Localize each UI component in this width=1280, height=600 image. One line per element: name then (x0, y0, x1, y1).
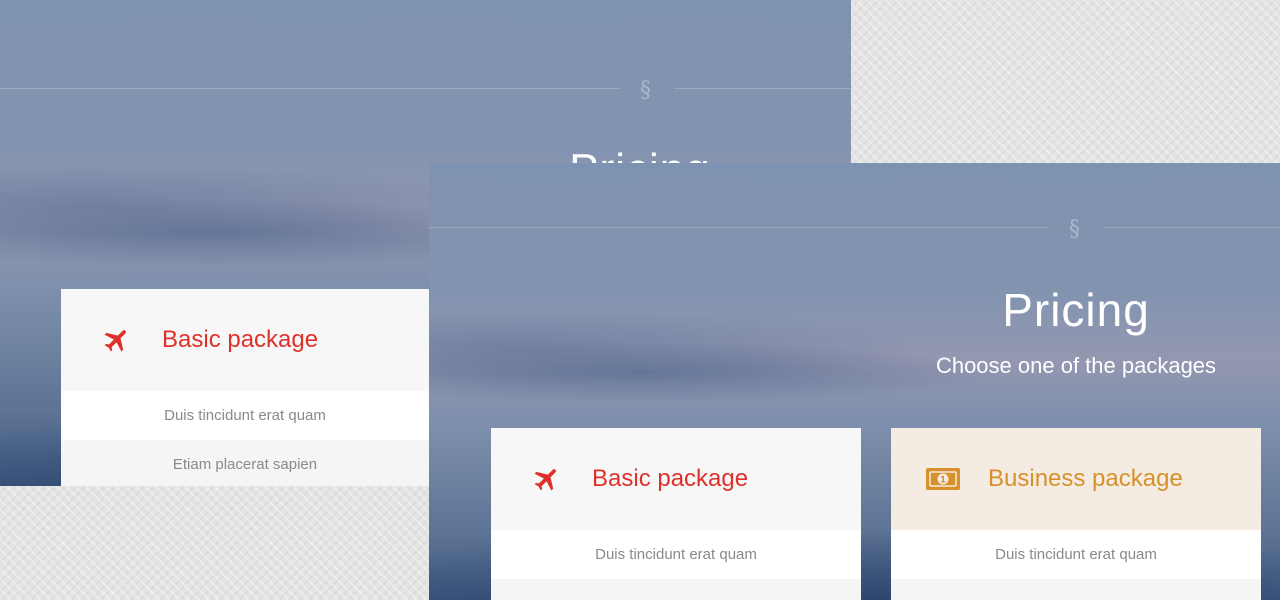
back-divider-left (0, 88, 620, 89)
back-basic-card-header: Basic package (61, 289, 429, 391)
back-basic-card-title: Basic package (162, 326, 319, 353)
money-bill-icon: 1 (923, 459, 963, 499)
back-basic-package-card: Basic package Duis tincidunt erat quam E… (61, 289, 429, 486)
back-divider-right (674, 88, 851, 89)
front-section-title: Pricing (1002, 284, 1150, 336)
basic-card-title: Basic package (592, 465, 749, 492)
basic-card-header: Basic package (491, 428, 861, 530)
front-divider-left (429, 227, 1049, 228)
airplane-icon (97, 320, 137, 360)
basic-package-card: Basic package Duis tincidunt erat quam (491, 428, 861, 600)
business-feature-1: Duis tincidunt erat quam (891, 530, 1261, 579)
airplane-icon (527, 459, 567, 499)
business-card-title: Business package (988, 465, 1183, 492)
front-section-mark: § (1069, 217, 1080, 242)
back-basic-feature-2: Etiam placerat sapien (61, 440, 429, 486)
svg-text:1: 1 (940, 476, 946, 486)
business-card-header: 1 Business package (891, 428, 1261, 530)
business-package-card: 1 Business package Duis tincidunt erat q… (891, 428, 1261, 600)
business-feature-2 (891, 579, 1261, 600)
basic-feature-1: Duis tincidunt erat quam (491, 530, 861, 579)
back-basic-feature-1: Duis tincidunt erat quam (61, 391, 429, 440)
back-section-mark: § (640, 78, 651, 103)
basic-feature-2 (491, 579, 861, 600)
front-section-subtitle: Choose one of the packages (935, 353, 1217, 378)
front-divider-right (1103, 227, 1280, 228)
